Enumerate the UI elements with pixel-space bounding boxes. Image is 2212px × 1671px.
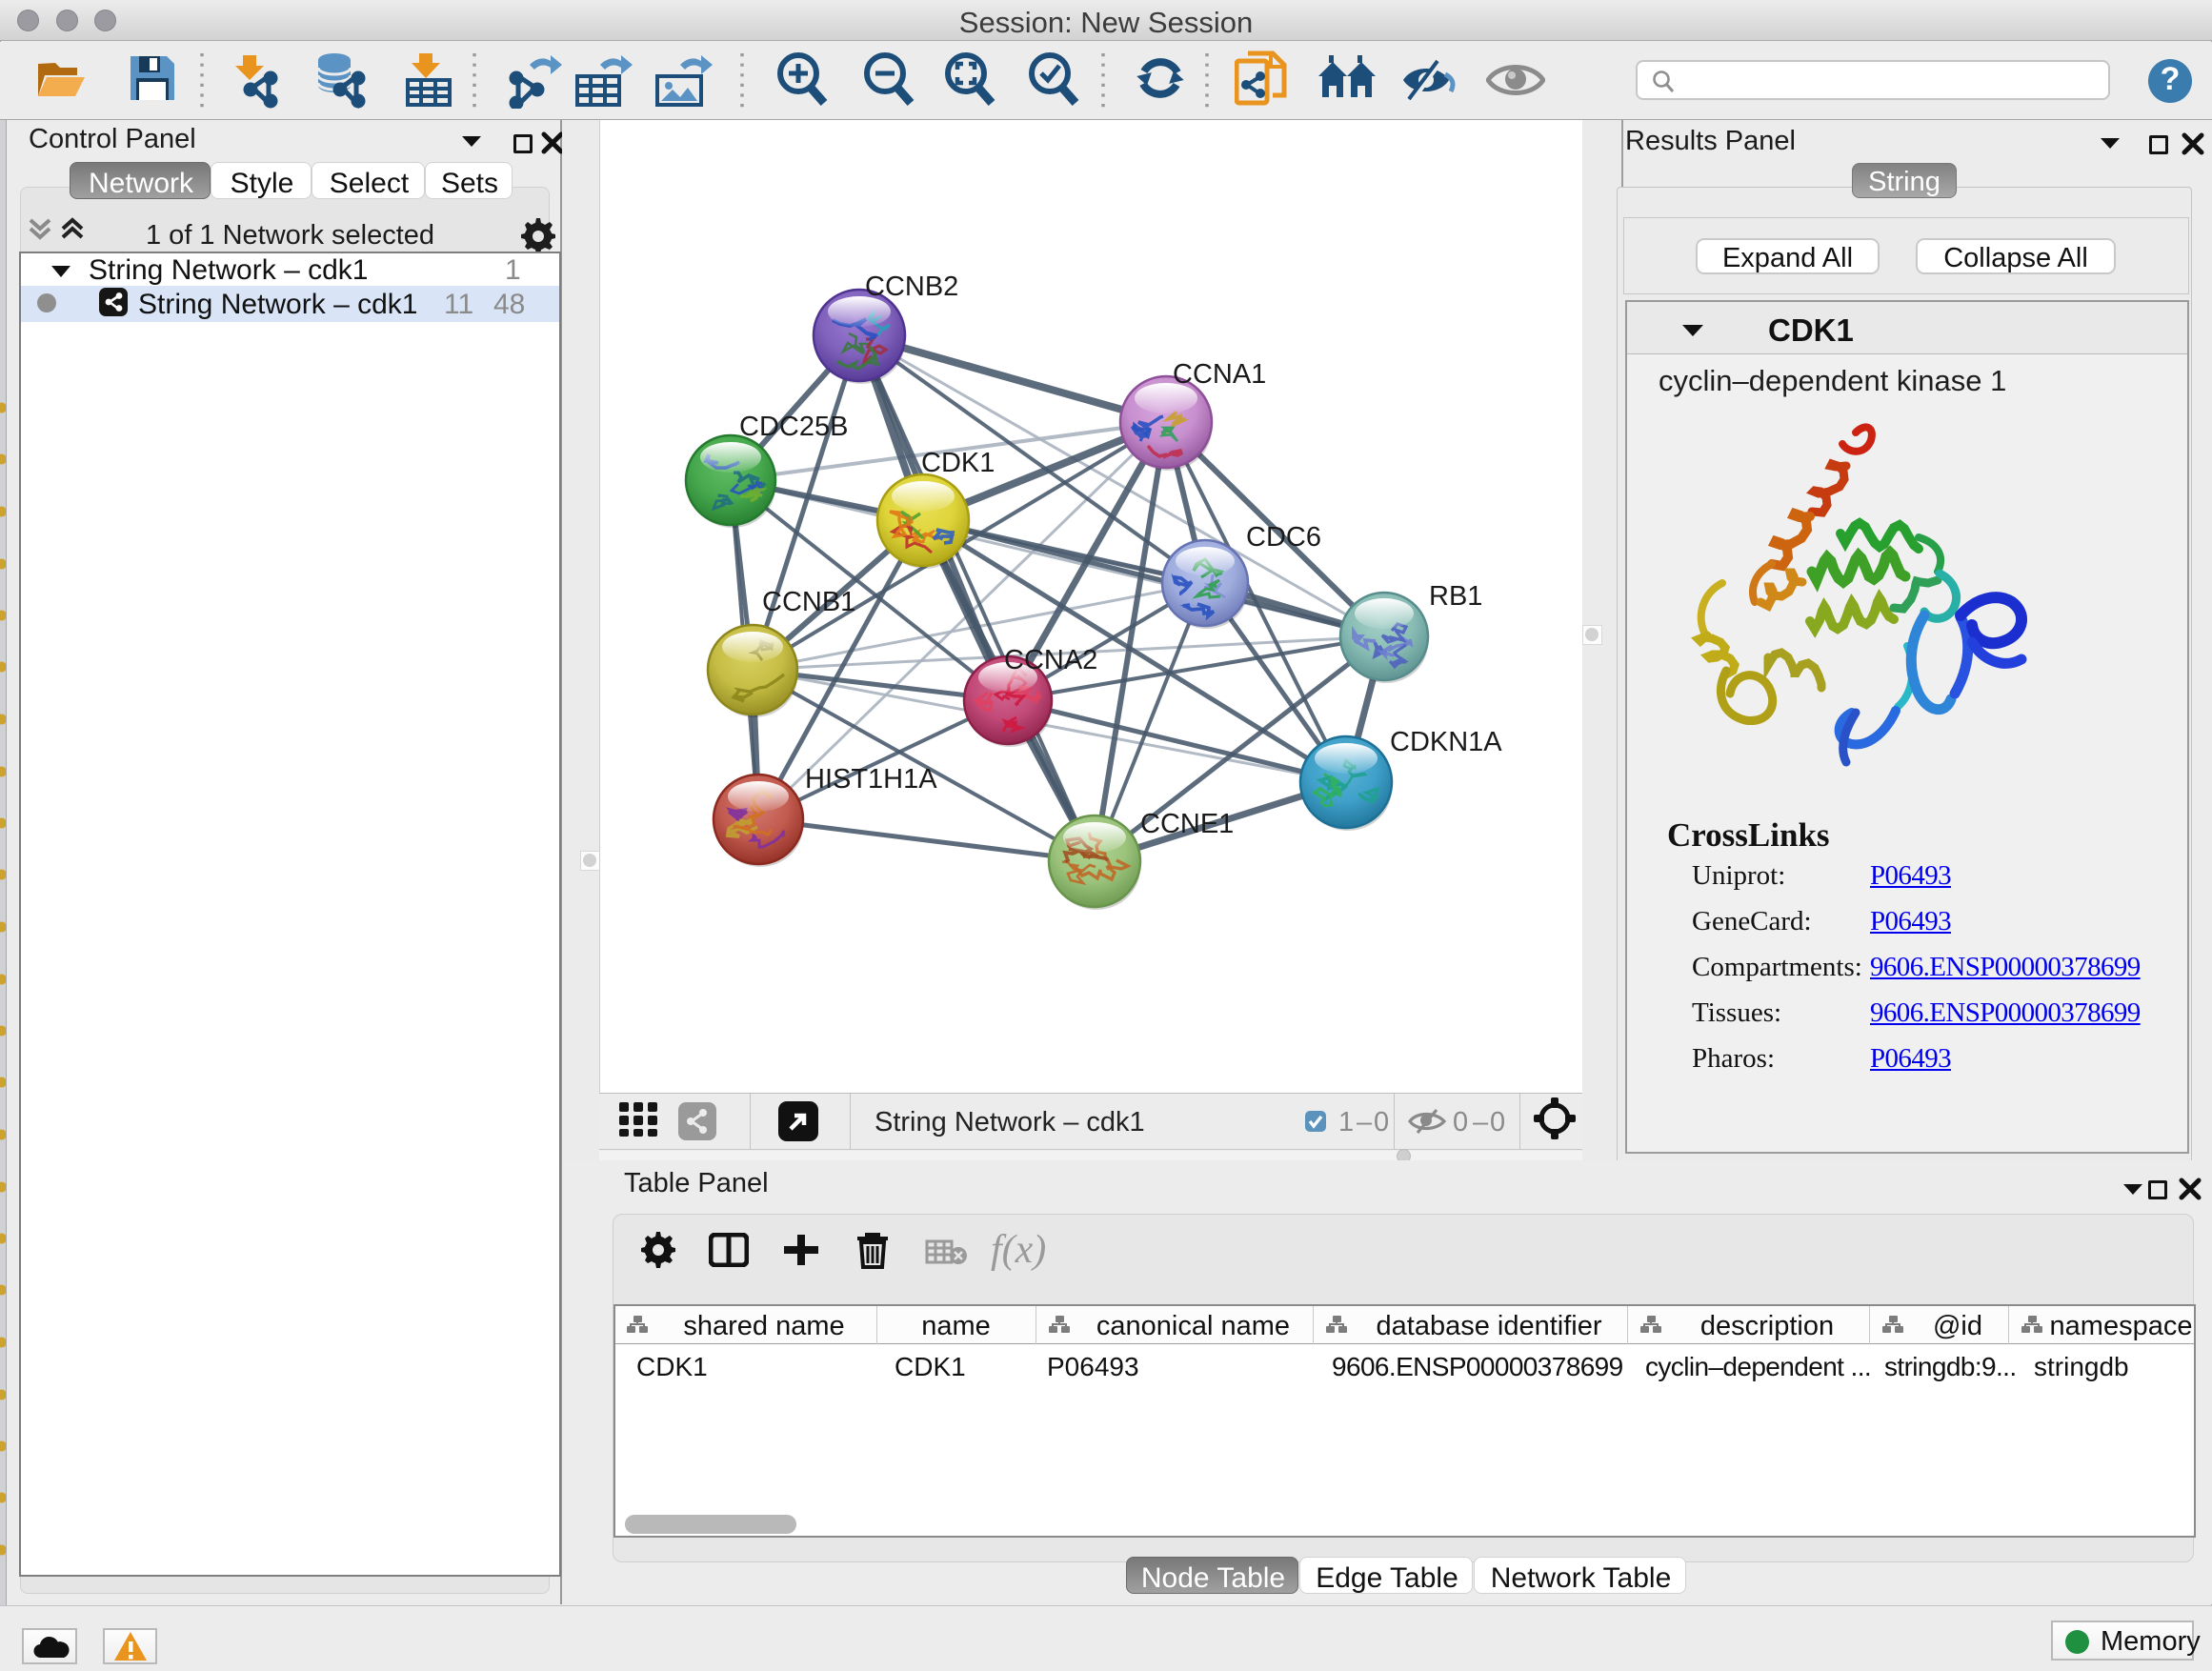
svg-text:CCNB1: CCNB1	[762, 587, 855, 617]
svg-text:CCNA2: CCNA2	[1004, 645, 1097, 675]
svg-text:CDC25B: CDC25B	[739, 412, 848, 442]
svg-text:CCNB2: CCNB2	[865, 272, 958, 302]
svg-text:CDC6: CDC6	[1246, 522, 1321, 553]
svg-text:CDK1: CDK1	[921, 448, 995, 478]
svg-text:CCNA1: CCNA1	[1173, 359, 1266, 390]
svg-text:HIST1H1A: HIST1H1A	[805, 764, 937, 795]
svg-text:CDKN1A: CDKN1A	[1390, 727, 1502, 757]
svg-text:CCNE1: CCNE1	[1140, 809, 1234, 839]
svg-text:RB1: RB1	[1429, 581, 1482, 612]
